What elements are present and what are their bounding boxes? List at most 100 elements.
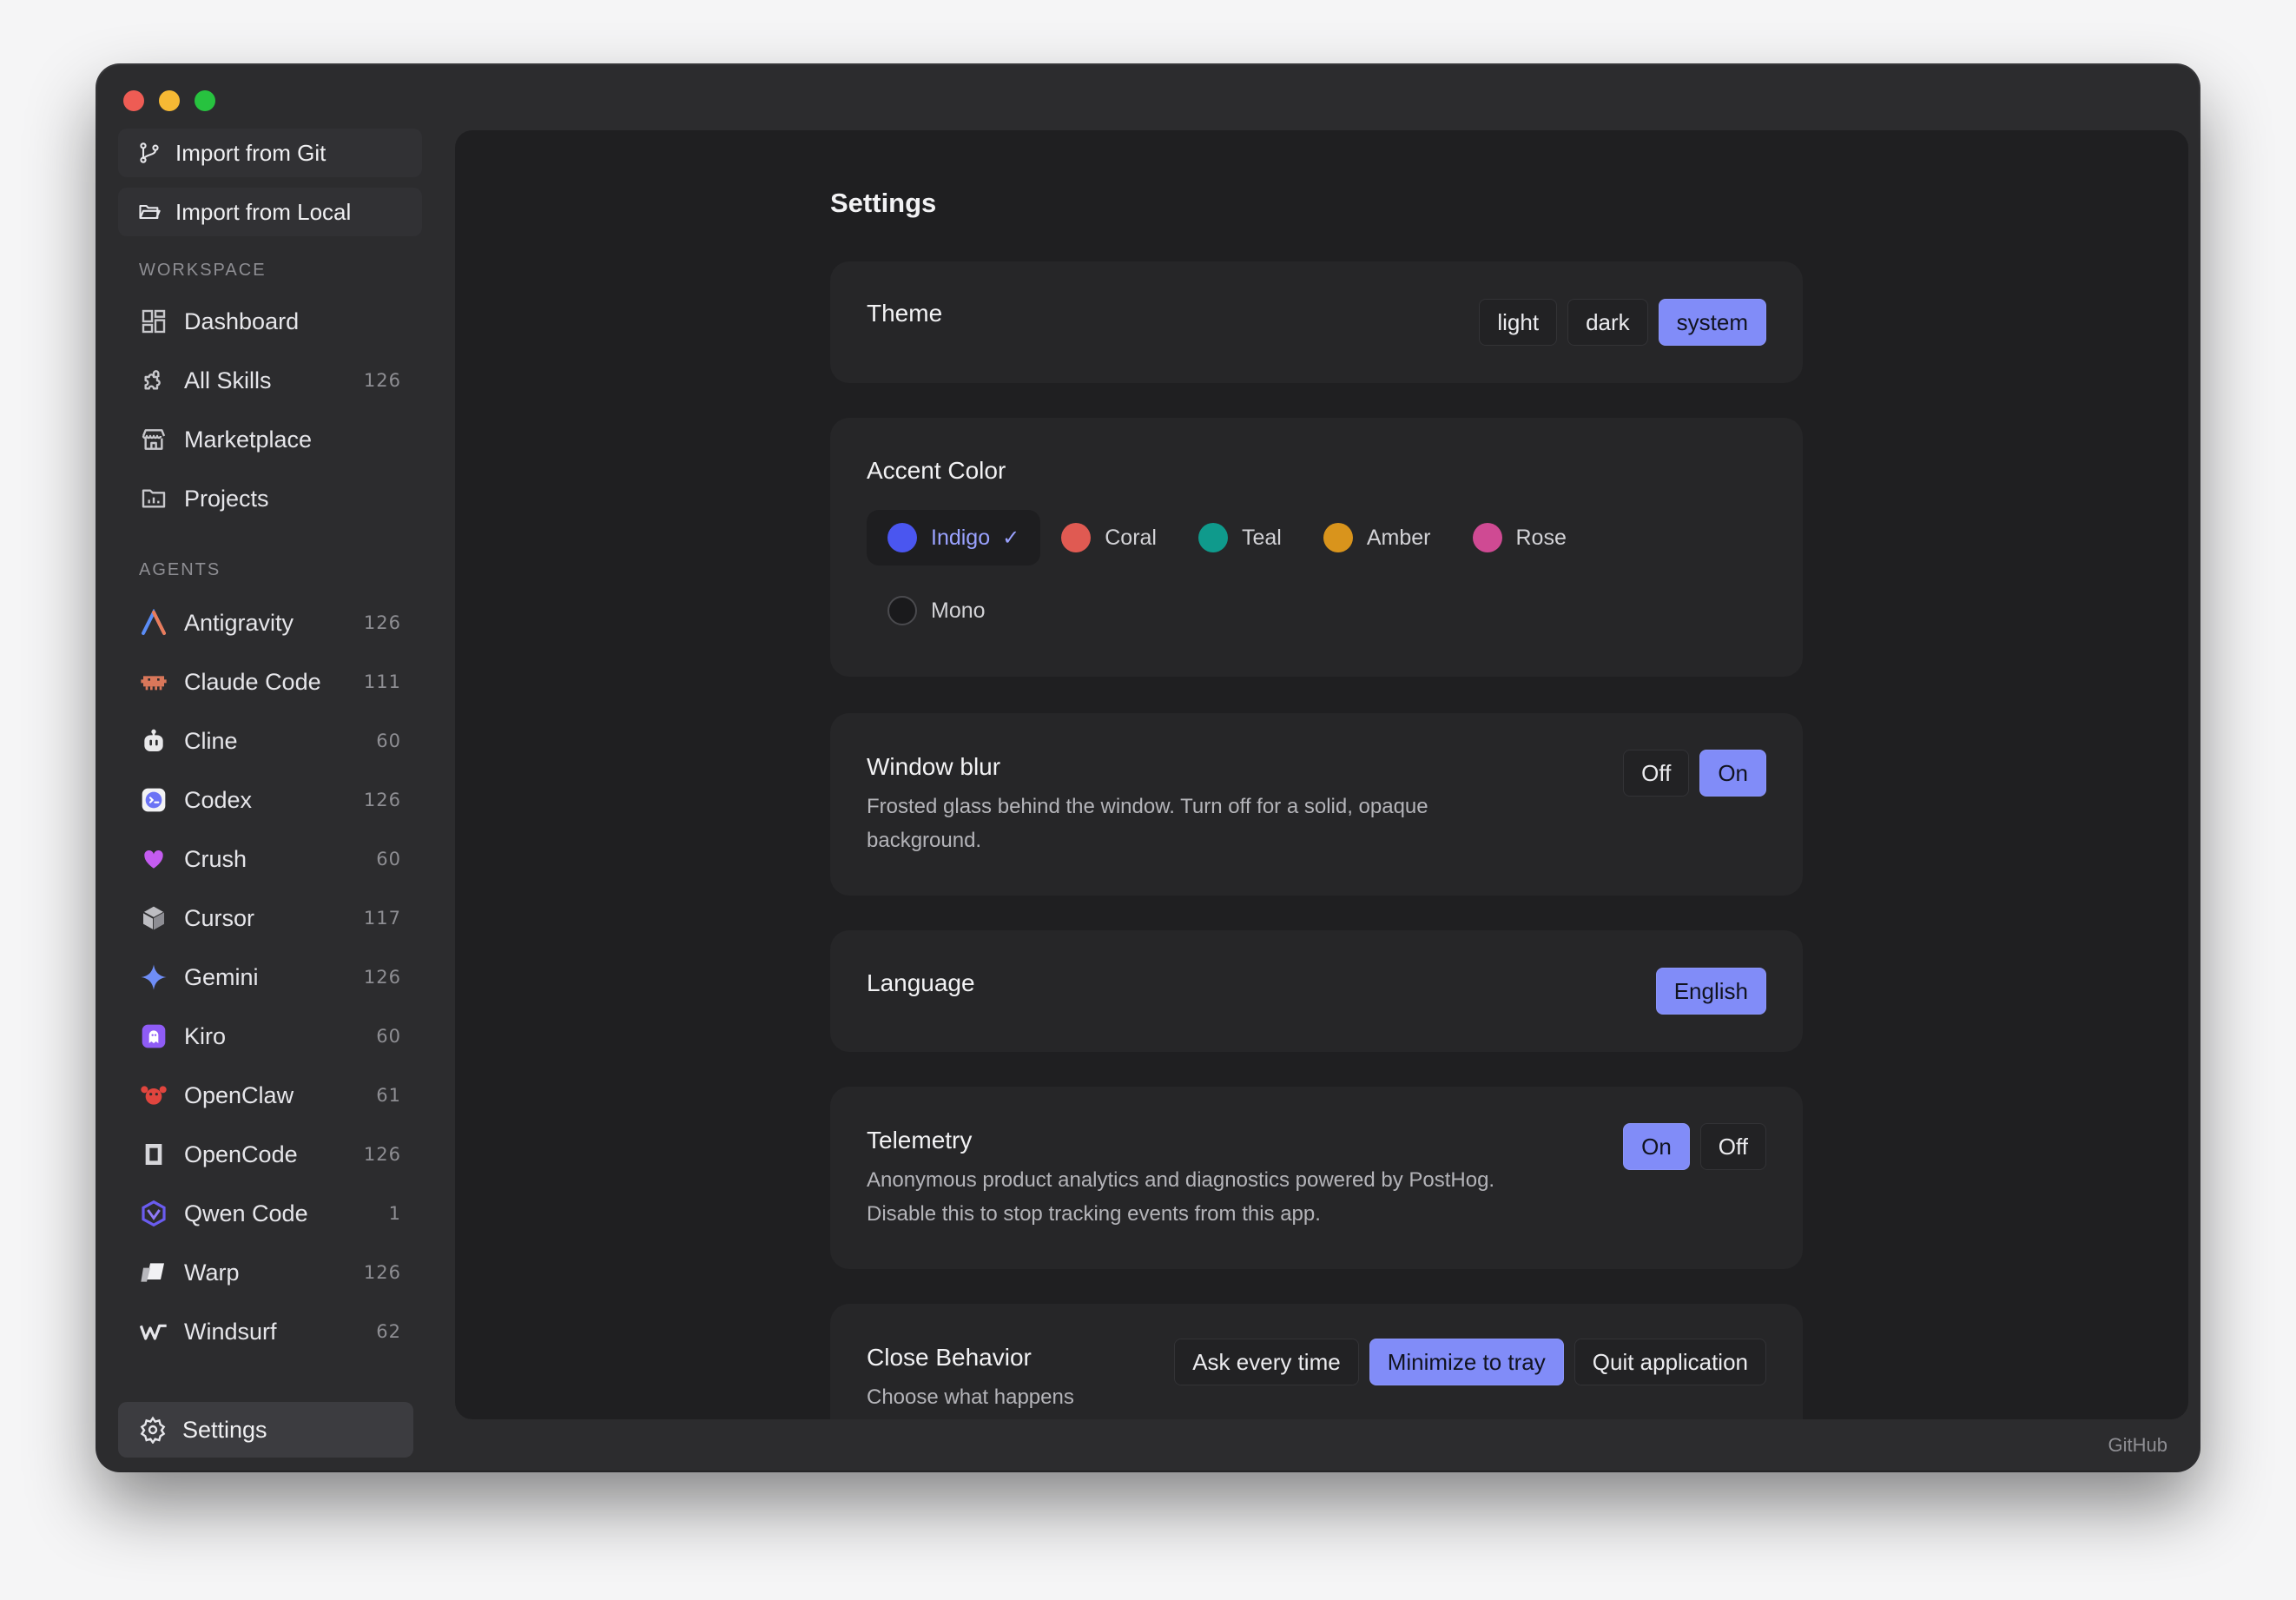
warp-icon bbox=[139, 1258, 168, 1287]
language-selector: English bbox=[1655, 968, 1766, 1015]
theme-card: Theme light dark system bbox=[830, 261, 1803, 383]
sidebar-item-qwen-code[interactable]: Qwen Code 1 bbox=[125, 1189, 420, 1238]
dashboard-icon bbox=[139, 307, 168, 336]
window-blur-card: Window blur Frosted glass behind the win… bbox=[830, 713, 1803, 896]
accent-option-indigo[interactable]: Indigo ✓ bbox=[867, 510, 1041, 565]
item-count: 60 bbox=[376, 849, 401, 869]
telemetry-on[interactable]: On bbox=[1623, 1123, 1690, 1170]
sidebar-item-marketplace[interactable]: Marketplace bbox=[125, 415, 420, 464]
accent-option-label: Rose bbox=[1515, 525, 1567, 550]
accent-option-label: Mono bbox=[931, 598, 986, 623]
sidebar-item-codex[interactable]: Codex 126 bbox=[125, 776, 420, 824]
telemetry-toggle: On Off bbox=[1623, 1123, 1766, 1170]
window-blur-description: Frosted glass behind the window. Turn of… bbox=[867, 795, 1428, 852]
puzzle-icon bbox=[139, 366, 168, 395]
sidebar-item-label: OpenCode bbox=[184, 1140, 298, 1167]
window-blur-off[interactable]: Off bbox=[1623, 750, 1690, 797]
close-option-ask[interactable]: Ask every time bbox=[1174, 1339, 1359, 1385]
sidebar-item-label: Antigravity bbox=[184, 609, 294, 636]
check-icon: ✓ bbox=[1002, 526, 1020, 550]
sidebar-item-label: Marketplace bbox=[184, 426, 313, 453]
accent-option-mono[interactable]: Mono bbox=[867, 583, 1006, 638]
opencode-icon bbox=[139, 1140, 168, 1169]
language-select[interactable]: English bbox=[1655, 968, 1766, 1015]
cline-robot-icon bbox=[139, 726, 168, 756]
sidebar-item-opencode[interactable]: OpenCode 126 bbox=[125, 1130, 420, 1179]
telemetry-off[interactable]: Off bbox=[1699, 1123, 1766, 1170]
telemetry-title: Telemetry bbox=[867, 1127, 973, 1154]
accent-option-label: Teal bbox=[1241, 525, 1282, 550]
telemetry-card: Telemetry Anonymous product analytics an… bbox=[830, 1087, 1803, 1269]
settings-label: Settings bbox=[182, 1416, 267, 1443]
sidebar-item-windsurf[interactable]: Windsurf 62 bbox=[125, 1307, 420, 1356]
workspace-section-label: WORKSPACE bbox=[139, 261, 267, 280]
close-option-quit[interactable]: Quit application bbox=[1574, 1339, 1766, 1385]
accent-option-rose[interactable]: Rose bbox=[1452, 510, 1587, 565]
sidebar-item-crush[interactable]: Crush 60 bbox=[125, 835, 420, 883]
item-count: 111 bbox=[363, 671, 401, 692]
windsurf-icon bbox=[139, 1317, 168, 1346]
sidebar-item-label: Cursor bbox=[184, 904, 255, 931]
page-title: Settings bbox=[830, 188, 937, 218]
language-title: Language bbox=[867, 969, 975, 996]
sidebar-item-label: All Skills bbox=[184, 367, 272, 393]
mono-swatch-dot bbox=[887, 596, 917, 625]
accent-color-title: Accent Color bbox=[867, 457, 1006, 484]
item-count: 126 bbox=[363, 612, 401, 633]
close-behavior-card: Close Behavior Choose what happens Ask e… bbox=[830, 1304, 1803, 1419]
codex-icon bbox=[139, 785, 168, 815]
sidebar-item-label: OpenClaw bbox=[184, 1081, 294, 1108]
sidebar-item-label: Warp bbox=[184, 1259, 240, 1286]
sidebar-item-cline[interactable]: Cline 60 bbox=[125, 717, 420, 765]
import-from-local-button[interactable]: Import from Local bbox=[118, 188, 422, 236]
sidebar-item-openclaw[interactable]: OpenClaw 61 bbox=[125, 1071, 420, 1120]
accent-option-coral[interactable]: Coral bbox=[1040, 510, 1178, 565]
folder-open-icon bbox=[139, 204, 161, 220]
item-count: 60 bbox=[376, 731, 401, 751]
sidebar-item-label: Cline bbox=[184, 727, 238, 754]
amber-swatch-dot bbox=[1323, 523, 1353, 552]
sidebar-item-settings[interactable]: Settings bbox=[118, 1402, 413, 1458]
teal-swatch-dot bbox=[1197, 523, 1228, 552]
sidebar-item-label: Windsurf bbox=[184, 1318, 277, 1345]
sidebar-item-claude-code[interactable]: Claude Code 111 bbox=[125, 658, 420, 706]
close-behavior-description: Choose what happens bbox=[867, 1385, 1074, 1409]
close-option-minimize[interactable]: Minimize to tray bbox=[1369, 1339, 1564, 1385]
sidebar-item-label: Projects bbox=[184, 485, 269, 512]
accent-swatch-row: Indigo ✓ Coral Teal Amber Rose bbox=[867, 510, 1587, 565]
theme-option-dark[interactable]: dark bbox=[1567, 299, 1648, 346]
app-window: Import from Git Import from Local WORKSP… bbox=[97, 65, 2199, 1471]
sidebar-item-cursor[interactable]: Cursor 117 bbox=[125, 894, 420, 942]
heart-icon bbox=[139, 844, 168, 874]
accent-color-card: Accent Color Indigo ✓ Coral Teal Amber R… bbox=[830, 418, 1803, 677]
window-blur-on[interactable]: On bbox=[1699, 750, 1766, 797]
sidebar-item-label: Codex bbox=[184, 786, 253, 813]
sidebar-item-projects[interactable]: Projects bbox=[125, 474, 420, 523]
sidebar-item-label: Gemini bbox=[184, 963, 259, 990]
accent-option-label: Amber bbox=[1366, 525, 1431, 550]
theme-option-light[interactable]: light bbox=[1479, 299, 1558, 346]
window-blur-title: Window blur bbox=[867, 753, 1001, 780]
sidebar-item-dashboard[interactable]: Dashboard bbox=[125, 297, 420, 346]
github-link[interactable]: GitHub bbox=[2108, 1434, 2167, 1457]
crab-icon bbox=[139, 1081, 168, 1110]
claude-code-icon bbox=[139, 667, 168, 697]
sparkle-icon bbox=[139, 962, 168, 992]
window-blur-toggle: Off On bbox=[1623, 750, 1766, 797]
sidebar-item-gemini[interactable]: Gemini 126 bbox=[125, 953, 420, 1002]
sidebar-item-antigravity[interactable]: Antigravity 126 bbox=[125, 598, 420, 647]
import-from-git-button[interactable]: Import from Git bbox=[118, 129, 422, 177]
close-behavior-control: Ask every time Minimize to tray Quit app… bbox=[1174, 1339, 1766, 1385]
theme-option-system[interactable]: system bbox=[1658, 299, 1766, 346]
qwen-icon bbox=[139, 1199, 168, 1228]
accent-option-amber[interactable]: Amber bbox=[1303, 510, 1452, 565]
telemetry-description: Anonymous product analytics and diagnost… bbox=[867, 1168, 1495, 1226]
item-count: 126 bbox=[363, 790, 401, 810]
accent-option-teal[interactable]: Teal bbox=[1178, 510, 1303, 565]
accent-option-label: Indigo bbox=[931, 525, 991, 550]
item-count: 62 bbox=[376, 1321, 401, 1342]
theme-title: Theme bbox=[867, 300, 943, 327]
sidebar-item-warp[interactable]: Warp 126 bbox=[125, 1248, 420, 1297]
sidebar-item-kiro[interactable]: Kiro 60 bbox=[125, 1012, 420, 1061]
sidebar-item-all-skills[interactable]: All Skills 126 bbox=[125, 356, 420, 405]
